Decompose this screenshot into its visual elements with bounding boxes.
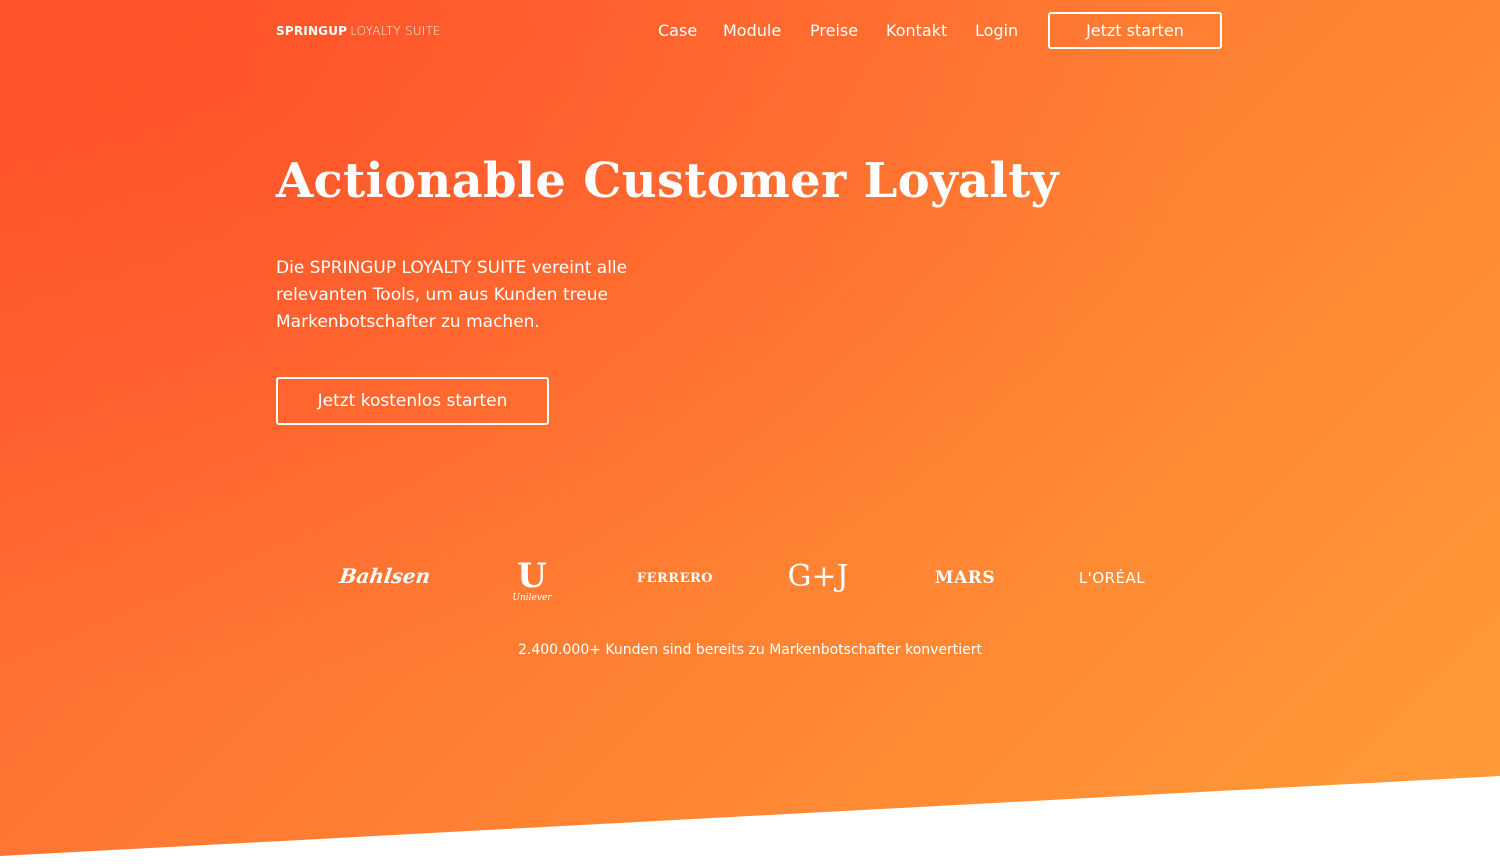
hero-description: Die SPRINGUP LOYALTY SUITE vereint alle … — [276, 258, 628, 332]
brand-logo[interactable]: SPRINGUP LOYALTY SUITE — [276, 24, 441, 38]
top-navigation: SPRINGUP LOYALTY SUITE Case Module Preise… — [0, 0, 1500, 62]
loreal-logo: L'ORÉAL — [1078, 569, 1146, 587]
hero-headline: Actionable Customer Loyalty — [276, 153, 1059, 209]
unilever-logo: U Unilever — [505, 556, 559, 606]
start-free-button[interactable]: Jetzt kostenlos starten — [276, 377, 549, 425]
nav-link-login[interactable]: Login — [975, 21, 1018, 40]
mars-logo: MARS — [934, 568, 996, 588]
get-started-button[interactable]: Jetzt starten — [1048, 12, 1222, 49]
nav-link-module[interactable]: Module — [723, 21, 781, 40]
bahlsen-logo: Bahlsen — [338, 564, 432, 588]
unilever-wordmark: Unilever — [512, 593, 552, 603]
hero-background — [0, 0, 1500, 856]
unilever-mark: U — [517, 556, 547, 596]
brand-suffix: LOYALTY SUITE — [350, 24, 441, 38]
nav-link-kontakt[interactable]: Kontakt — [886, 21, 947, 40]
gj-logo: G+J — [787, 559, 849, 594]
nav-link-case[interactable]: Case — [658, 21, 697, 40]
nav-link-preise[interactable]: Preise — [810, 21, 858, 40]
ferrero-logo: FERRERO — [636, 570, 714, 586]
customer-stat: 2.400.000+ Kunden sind bereits zu Marken… — [517, 642, 983, 658]
brand-name: SPRINGUP — [276, 24, 348, 38]
